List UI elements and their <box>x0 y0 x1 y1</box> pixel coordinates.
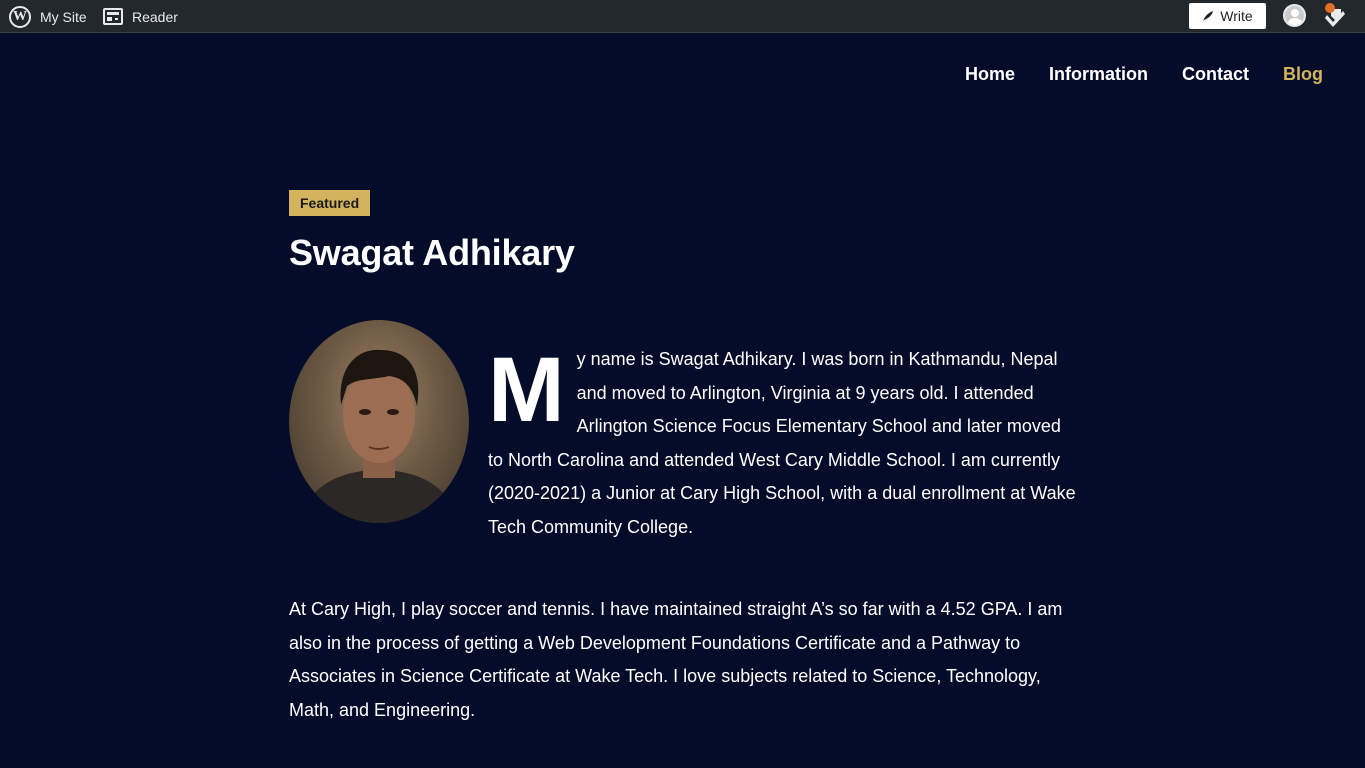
drop-cap: M <box>488 339 565 441</box>
intro-text: y name is Swagat Adhikary. I was born in… <box>488 349 1076 537</box>
post-title: Swagat Adhikary <box>289 232 575 273</box>
notifications-icon[interactable] <box>1324 3 1346 29</box>
notification-dot <box>1325 3 1335 13</box>
featured-badge[interactable]: Featured <box>289 190 371 216</box>
nav-information[interactable]: Information <box>1049 64 1148 85</box>
nav-contact[interactable]: Contact <box>1182 64 1249 85</box>
reader-button[interactable]: Reader <box>103 0 178 33</box>
reader-icon <box>103 8 123 25</box>
second-paragraph: At Cary High, I play soccer and tennis. … <box>289 599 1063 720</box>
profile-photo <box>289 320 469 523</box>
site-navigation: Home Information Contact Blog <box>931 64 1323 85</box>
wordpress-logo-icon: W <box>9 5 31 28</box>
pen-icon <box>1203 11 1214 21</box>
write-label: Write <box>1220 8 1253 24</box>
write-button[interactable]: Write <box>1189 3 1266 29</box>
my-site-label: My Site <box>40 8 87 25</box>
nav-home[interactable]: Home <box>965 64 1015 85</box>
reader-label: Reader <box>132 8 178 25</box>
wp-admin-bar: W My Site Reader Write <box>0 0 1365 33</box>
avatar-icon[interactable] <box>1283 4 1306 27</box>
my-site-button[interactable]: W My Site <box>9 0 87 33</box>
intro-paragraph: My name is Swagat Adhikary. I was born i… <box>488 343 1078 545</box>
nav-blog[interactable]: Blog <box>1283 64 1323 85</box>
